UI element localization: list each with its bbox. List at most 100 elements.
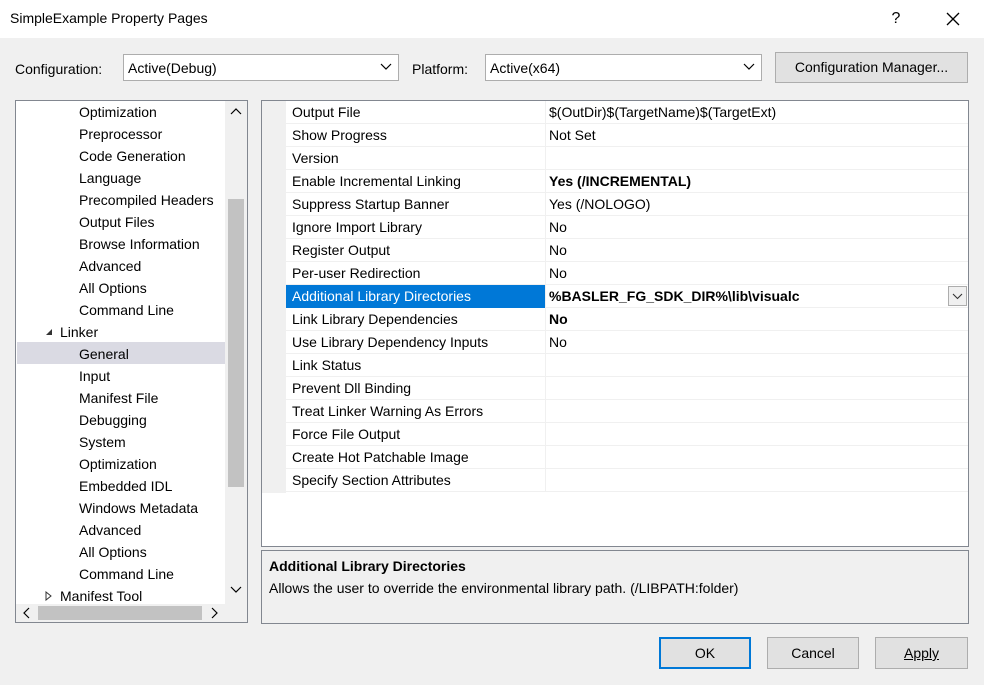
- help-button[interactable]: ?: [873, 4, 919, 34]
- tree-item[interactable]: Optimization: [79, 453, 157, 475]
- tree-vertical-scroll-thumb[interactable]: [228, 199, 244, 487]
- column-divider: [545, 147, 546, 170]
- tree-item[interactable]: Language: [79, 167, 141, 189]
- column-divider: [545, 124, 546, 147]
- configuration-value: Active(Debug): [128, 60, 217, 76]
- property-row[interactable]: Additional Library Directories %BASLER_FG…: [286, 285, 968, 308]
- property-name: Use Library Dependency Inputs: [292, 334, 489, 350]
- property-name: Prevent Dll Binding: [292, 380, 412, 396]
- tree-item[interactable]: Windows Metadata: [79, 497, 198, 519]
- collapsed-triangle-icon[interactable]: [44, 591, 54, 601]
- column-divider: [545, 400, 546, 423]
- property-value[interactable]: No: [549, 242, 949, 258]
- tree-item[interactable]: Manifest File: [79, 387, 158, 409]
- property-value[interactable]: No: [549, 265, 949, 281]
- close-button[interactable]: [930, 4, 976, 34]
- configuration-manager-button[interactable]: Configuration Manager...: [775, 52, 968, 83]
- title-bar: SimpleExample Property Pages ?: [0, 0, 984, 38]
- property-tree[interactable]: Optimization Preprocessor Code Generation L…: [15, 100, 248, 623]
- description-text: Allows the user to override the environm…: [269, 580, 739, 596]
- property-row[interactable]: Ignore Import Library No: [286, 216, 968, 239]
- tree-item[interactable]: Embedded IDL: [79, 475, 172, 497]
- property-value[interactable]: Yes (/NOLOGO): [549, 196, 949, 212]
- tree-item[interactable]: Input: [79, 365, 110, 387]
- tree-item[interactable]: Code Generation: [79, 145, 186, 167]
- property-value[interactable]: No: [549, 334, 949, 350]
- property-row[interactable]: Prevent Dll Binding: [286, 377, 968, 400]
- property-name: Force File Output: [292, 426, 401, 442]
- property-row[interactable]: Use Library Dependency Inputs No: [286, 331, 968, 354]
- property-value[interactable]: No: [549, 311, 949, 327]
- tree-item[interactable]: Command Line: [79, 563, 174, 585]
- tree-item[interactable]: Optimization: [79, 101, 157, 123]
- tree-item[interactable]: Advanced: [79, 519, 141, 541]
- scroll-down-icon[interactable]: [230, 585, 242, 595]
- tree-item[interactable]: Precompiled Headers: [79, 189, 214, 211]
- tree-item[interactable]: All Options: [79, 541, 147, 563]
- property-row[interactable]: Register Output No: [286, 239, 968, 262]
- property-row[interactable]: Show Progress Not Set: [286, 124, 968, 147]
- property-value[interactable]: Not Set: [549, 127, 949, 143]
- property-row[interactable]: Per-user Redirection No: [286, 262, 968, 285]
- property-row[interactable]: Link Library Dependencies No: [286, 308, 968, 331]
- tree-item[interactable]: System: [79, 431, 126, 453]
- column-divider: [545, 285, 546, 308]
- expanded-triangle-icon[interactable]: [44, 327, 54, 337]
- column-divider: [545, 469, 546, 492]
- scroll-left-icon[interactable]: [22, 607, 32, 619]
- property-name: Register Output: [292, 242, 391, 258]
- property-row[interactable]: Force File Output: [286, 423, 968, 446]
- apply-button[interactable]: Apply: [875, 637, 968, 669]
- tree-item[interactable]: Browse Information: [79, 233, 200, 255]
- property-row[interactable]: Version: [286, 147, 968, 170]
- tree-horizontal-scroll-thumb[interactable]: [38, 606, 202, 620]
- chevron-down-icon: [380, 63, 392, 70]
- column-divider: [545, 354, 546, 377]
- value-dropdown-button[interactable]: [948, 286, 967, 306]
- tree-item[interactable]: General: [79, 343, 129, 365]
- configuration-combo[interactable]: Active(Debug): [123, 54, 399, 81]
- platform-combo[interactable]: Active(x64): [485, 54, 762, 81]
- property-value[interactable]: $(OutDir)$(TargetName)$(TargetExt): [549, 104, 949, 120]
- tree-item[interactable]: Output Files: [79, 211, 154, 233]
- property-row[interactable]: Create Hot Patchable Image: [286, 446, 968, 469]
- scroll-right-icon[interactable]: [209, 607, 219, 619]
- help-icon: ?: [891, 10, 901, 27]
- property-row[interactable]: Link Status: [286, 354, 968, 377]
- tree-vertical-scrollbar[interactable]: [225, 101, 247, 604]
- property-name: Enable Incremental Linking: [292, 173, 461, 189]
- property-row[interactable]: Output File $(OutDir)$(TargetName)$(Targe…: [286, 101, 968, 124]
- property-grid[interactable]: Output File $(OutDir)$(TargetName)$(Targe…: [261, 100, 969, 547]
- platform-label: Platform:: [412, 61, 469, 77]
- cancel-button[interactable]: Cancel: [767, 637, 859, 669]
- property-row[interactable]: Suppress Startup Banner Yes (/NOLOGO): [286, 193, 968, 216]
- tree-item[interactable]: Command Line: [79, 299, 174, 321]
- property-name: Create Hot Patchable Image: [292, 449, 469, 465]
- property-name: Ignore Import Library: [292, 219, 422, 235]
- scroll-up-icon[interactable]: [230, 106, 242, 116]
- chevron-down-icon: [743, 63, 755, 70]
- property-row[interactable]: Specify Section Attributes: [286, 469, 968, 492]
- close-icon: [946, 12, 960, 26]
- description-panel: Additional Library Directories Allows th…: [261, 550, 969, 624]
- column-divider: [545, 101, 546, 124]
- column-divider: [545, 423, 546, 446]
- tree-horizontal-scrollbar[interactable]: [16, 604, 247, 622]
- tree-item[interactable]: All Options: [79, 277, 147, 299]
- property-row[interactable]: Treat Linker Warning As Errors: [286, 400, 968, 423]
- property-row[interactable]: Enable Incremental Linking Yes (/INCREMEN…: [286, 170, 968, 193]
- grid-gutter: [262, 101, 286, 493]
- property-value[interactable]: No: [549, 219, 949, 235]
- ok-button[interactable]: OK: [659, 637, 751, 669]
- column-divider: [545, 446, 546, 469]
- tree-item[interactable]: Preprocessor: [79, 123, 162, 145]
- property-name: Additional Library Directories: [292, 288, 471, 304]
- property-value[interactable]: Yes (/INCREMENTAL): [549, 173, 949, 189]
- property-value[interactable]: %BASLER_FG_SDK_DIR%\lib\visualc: [549, 288, 949, 304]
- tree-item[interactable]: Advanced: [79, 255, 141, 277]
- column-divider: [545, 377, 546, 400]
- property-name: Version: [292, 150, 339, 166]
- description-title: Additional Library Directories: [269, 558, 466, 574]
- tree-item[interactable]: Debugging: [79, 409, 147, 431]
- property-name: Per-user Redirection: [292, 265, 421, 281]
